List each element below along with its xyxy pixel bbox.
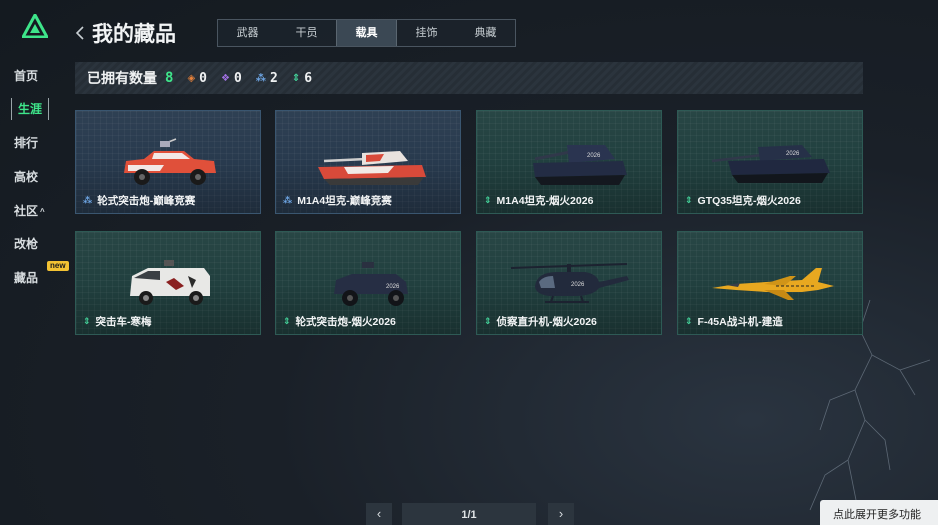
- tab-charms[interactable]: 挂饰: [397, 20, 456, 46]
- blue-rank-icon: ⁂: [83, 195, 93, 205]
- collection-card[interactable]: ⁂ M1A4坦克-巅峰竞赛: [275, 110, 461, 214]
- vehicle-name: M1A4坦克-巅峰竞赛: [297, 195, 392, 207]
- vehicle-name: GTQ35坦克-烟火2026: [697, 195, 801, 207]
- svg-text:2026: 2026: [786, 151, 800, 157]
- vehicle-name: F-45A战斗机-建造: [697, 316, 783, 328]
- card-caption: ⇕ 轮式突击炮-烟火2026: [283, 314, 396, 329]
- green-rank-icon: ⇕: [685, 316, 693, 326]
- sidebar-item-label: 首页: [14, 69, 39, 83]
- vehicle-name: 轮式突击炮-巅峰竞赛: [97, 195, 196, 207]
- collection-card[interactable]: ⇕ F-45A战斗机-建造: [677, 231, 863, 335]
- helicopter-icon: 2026: [510, 263, 629, 303]
- chevron-right-icon: ›: [558, 506, 564, 521]
- rarity-count-blue: ⁂ 2: [256, 71, 278, 86]
- tab-operators[interactable]: 干员: [277, 20, 336, 46]
- sidebar-item-label: 生涯: [18, 102, 43, 116]
- card-caption: ⇕ 侦察直升机-烟火2026: [484, 314, 597, 329]
- tab-collectibles[interactable]: 典藏: [456, 20, 515, 46]
- page-title: 我的藏品: [92, 23, 176, 46]
- rarity-count-value: 2: [270, 70, 278, 86]
- card-caption: ⇕ 突击车-寒梅: [83, 314, 152, 329]
- orange-diamond-icon: ◈: [187, 72, 196, 84]
- collection-card[interactable]: 2026 ⇕ M1A4坦克-烟火2026: [476, 110, 662, 214]
- rarity-count-orange: ◈ 0: [187, 71, 207, 86]
- tank-icon: [318, 151, 426, 185]
- vehicle-name: M1A4坦克-烟火2026: [496, 195, 594, 207]
- card-caption: ⁂ 轮式突击炮-巅峰竞赛: [83, 193, 195, 208]
- owned-count-label: 已拥有数量: [87, 70, 157, 86]
- armored-truck-icon: [130, 260, 210, 305]
- sidebar-item-collection[interactable]: 藏品 new: [14, 261, 69, 289]
- vehicle-name: 轮式突击炮-烟火2026: [295, 316, 396, 328]
- tank-icon: 2026: [533, 145, 627, 185]
- svg-text:2026: 2026: [587, 153, 601, 159]
- rarity-count-green: ⇕ 6: [292, 71, 312, 86]
- collection-card[interactable]: ⇕ 突击车-寒梅: [75, 231, 261, 335]
- chevron-left-icon: ‹: [376, 506, 382, 521]
- card-caption: ⇕ M1A4坦克-烟火2026: [484, 193, 593, 208]
- sidebar-item-label: 排行: [14, 136, 39, 150]
- tab-vehicles[interactable]: 载具: [336, 20, 397, 46]
- category-tabs: 武器 干员 载具 挂饰 典藏: [217, 19, 516, 47]
- rarity-count-purple: ❖ 0: [221, 71, 242, 86]
- svg-text:2026: 2026: [571, 282, 585, 288]
- collection-card[interactable]: ⁂ 轮式突击炮-巅峰竞赛: [75, 110, 261, 214]
- sidebar-item-community[interactable]: 社区 ^: [14, 200, 45, 222]
- sidebar-item-label: 改枪: [14, 237, 39, 251]
- rarity-count-value: 0: [199, 70, 207, 86]
- card-caption: ⁂ M1A4坦克-巅峰竞赛: [283, 193, 392, 208]
- vehicle-name: 侦察直升机-烟火2026: [496, 316, 597, 328]
- svg-text:2026: 2026: [386, 284, 400, 290]
- sidebar-item-career[interactable]: 生涯: [11, 98, 50, 120]
- prev-page-button[interactable]: ‹: [366, 503, 392, 525]
- vehicle-name: 突击车-寒梅: [95, 316, 152, 328]
- chevron-left-icon[interactable]: [73, 23, 87, 43]
- sidebar-item-home[interactable]: 首页: [14, 65, 38, 87]
- sidebar-item-college[interactable]: 高校: [14, 166, 38, 188]
- card-caption: ⇕ F-45A战斗机-建造: [685, 314, 783, 329]
- sidebar-item-label: 高校: [14, 170, 39, 184]
- sidebar-item-ranking[interactable]: 排行: [14, 132, 38, 154]
- owned-count-bar: 已拥有数量 8 ◈ 0 ❖ 0 ⁂ 2 ⇕ 6: [75, 62, 863, 94]
- expand-more-features-button[interactable]: 点此展开更多功能: [820, 500, 938, 525]
- collection-card[interactable]: 2026 ⇕ 轮式突击炮-烟火2026: [275, 231, 461, 335]
- jet-fighter-icon: [712, 268, 834, 300]
- blue-rank-icon: ⁂: [283, 195, 293, 205]
- pagination: ‹ 1/1 ›: [0, 503, 938, 525]
- armored-car-icon: [124, 138, 216, 185]
- owned-count-total: 8: [165, 70, 174, 86]
- collection-grid: ⁂ 轮式突击炮-巅峰竞赛 ⁂ M1A4坦克-巅峰竞赛 2026 ⇕ M1A4坦克…: [75, 110, 863, 336]
- green-rank-icon: ⇕: [283, 316, 291, 326]
- caret-up-icon: ^: [40, 206, 45, 216]
- armored-car-icon: 2026: [334, 262, 408, 306]
- rarity-count-value: 0: [233, 70, 242, 86]
- green-rank-icon: ⇕: [83, 316, 91, 326]
- page-indicator: 1/1: [402, 503, 536, 525]
- green-rank-icon: ⇕: [685, 195, 693, 205]
- triangle-logo-icon[interactable]: [22, 14, 48, 38]
- new-badge: new: [47, 261, 69, 271]
- rarity-count-value: 6: [304, 70, 313, 86]
- purple-diamond-icon: ❖: [220, 72, 230, 84]
- collection-card[interactable]: 2026 ⇕ 侦察直升机-烟火2026: [476, 231, 662, 335]
- sidebar-item-gunsmith[interactable]: 改枪: [14, 233, 38, 255]
- green-rank-icon: ⇕: [484, 316, 492, 326]
- green-rank-icon: ⇕: [484, 195, 492, 205]
- green-rank-icon: ⇕: [291, 72, 301, 84]
- next-page-button[interactable]: ›: [548, 503, 574, 525]
- collection-card[interactable]: 2026 ⇕ GTQ35坦克-烟火2026: [677, 110, 863, 214]
- card-caption: ⇕ GTQ35坦克-烟火2026: [685, 193, 801, 208]
- tab-weapons[interactable]: 武器: [218, 20, 277, 46]
- sidebar-item-label: 社区: [14, 204, 39, 218]
- blue-rank-icon: ⁂: [255, 72, 266, 84]
- tank-icon: 2026: [711, 145, 830, 183]
- sidebar-item-label: 藏品: [14, 271, 39, 285]
